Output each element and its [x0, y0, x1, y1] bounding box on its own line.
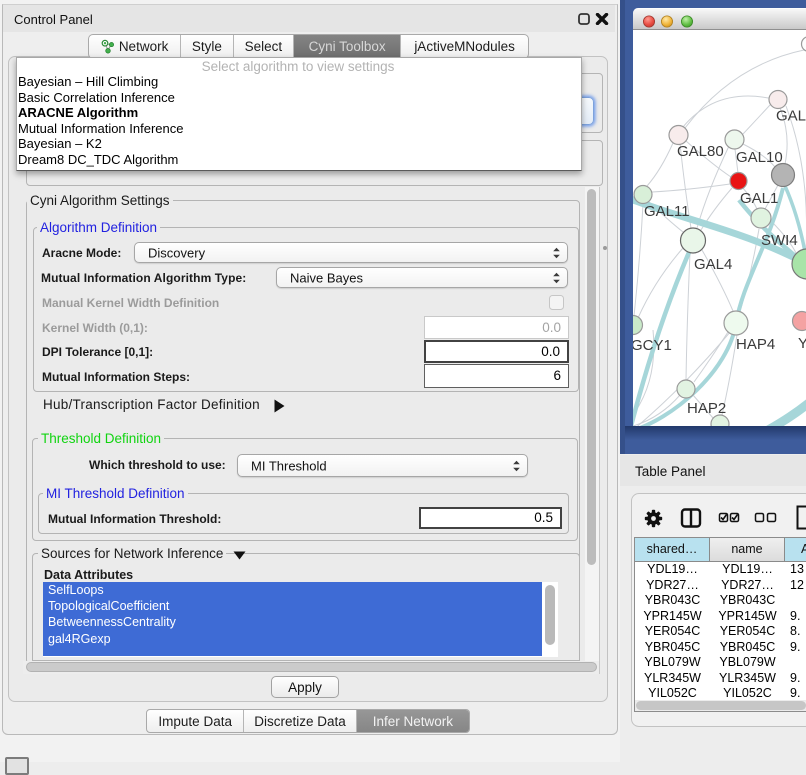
svg-text:GCY1: GCY1 — [633, 337, 672, 354]
svg-text:GAL11: GAL11 — [644, 203, 690, 220]
svg-text:SWI4: SWI4 — [761, 232, 798, 249]
svg-text:HAP2: HAP2 — [687, 400, 726, 417]
svg-text:GAL80: GAL80 — [677, 143, 724, 160]
svg-text:HAP4: HAP4 — [736, 336, 775, 353]
svg-text:YJ: YJ — [798, 335, 806, 352]
svg-text:GAL4: GAL4 — [694, 256, 732, 273]
svg-text:GAL10: GAL10 — [736, 149, 783, 166]
svg-text:GAL1: GAL1 — [740, 190, 778, 207]
svg-text:GAL2: GAL2 — [776, 108, 806, 125]
